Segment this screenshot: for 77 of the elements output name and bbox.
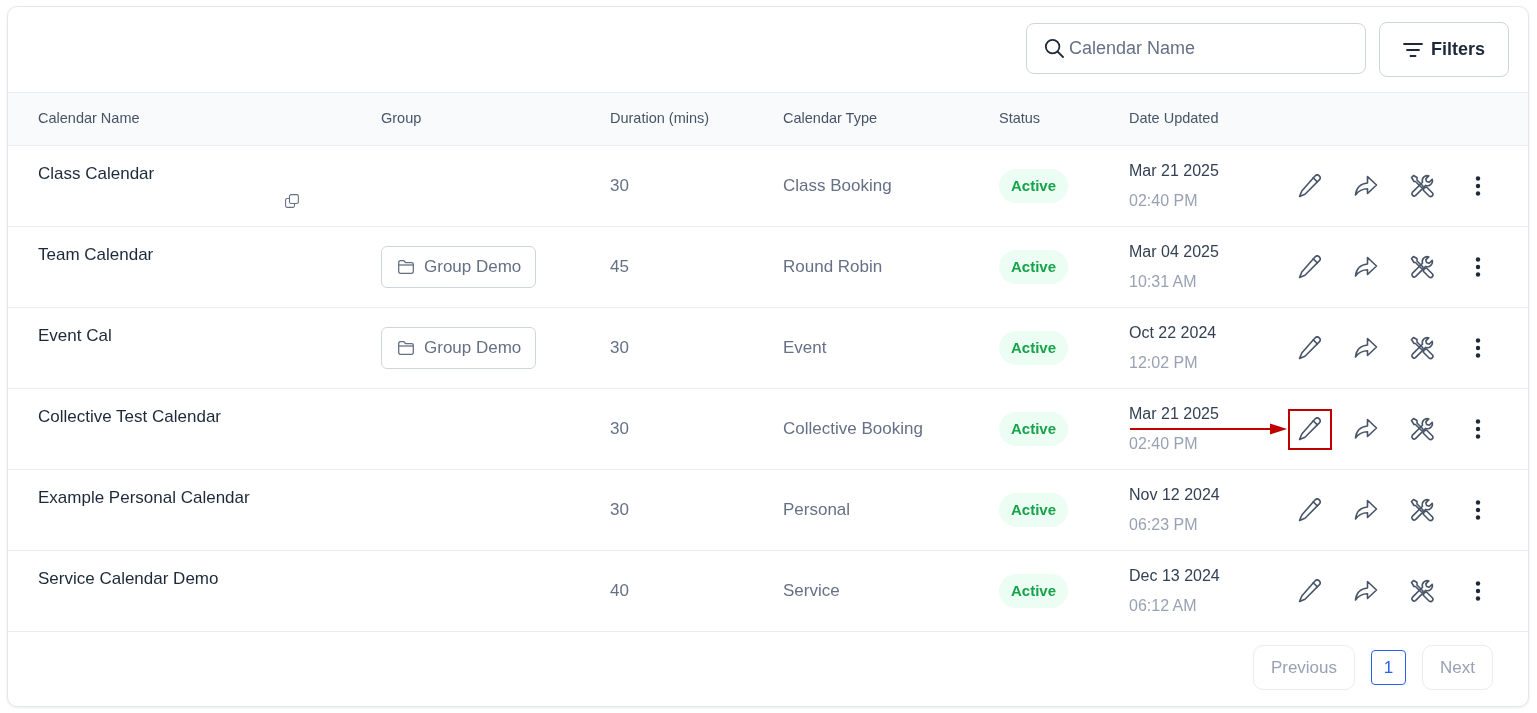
more-options-icon (1475, 338, 1481, 358)
calendar-name[interactable]: Team Calendar (38, 244, 154, 266)
updated-date: Mar 04 2025 (1129, 242, 1219, 262)
wrench-screwdriver-icon (1410, 498, 1434, 522)
pencil-icon (1298, 498, 1322, 522)
wrench-screwdriver-icon (1410, 174, 1434, 198)
duration-text: 30 (610, 338, 629, 358)
updated-date: Mar 21 2025 (1129, 404, 1219, 424)
duration-text: 30 (610, 419, 629, 439)
filters-button[interactable]: Filters (1379, 22, 1509, 77)
updated-time: 10:31 AM (1129, 272, 1197, 292)
calendar-type-text: Collective Booking (783, 419, 923, 439)
more-options-icon (1475, 257, 1481, 277)
group-button[interactable]: Group Demo (381, 327, 537, 369)
calendar-name[interactable]: Collective Test Calendar (38, 406, 221, 428)
status-badge: Active (999, 331, 1069, 365)
search-icon (1044, 38, 1064, 58)
page-number-button[interactable]: 1 (1371, 650, 1407, 685)
calendar-name[interactable]: Class Calendar (38, 163, 155, 185)
pencil-icon (1298, 336, 1322, 360)
folder-icon (398, 341, 414, 355)
duration-text: 30 (610, 500, 629, 520)
calendar-type-text: Personal (783, 500, 851, 520)
updated-time: 12:02 PM (1129, 353, 1198, 373)
updated-time: 02:40 PM (1129, 434, 1198, 454)
column-header: Status (999, 110, 1041, 127)
calendar-type-text: Class Booking (783, 176, 892, 196)
column-header: Duration (mins) (610, 110, 710, 127)
status-badge: Active (999, 169, 1069, 203)
more-options-icon (1475, 500, 1481, 520)
calendar-type-text: Service (783, 581, 840, 601)
duration-text: 40 (610, 581, 629, 601)
status-badge: Active (999, 250, 1069, 284)
duration-text: 30 (610, 176, 629, 196)
forward-arrow-icon (1354, 499, 1378, 521)
filter-icon (1403, 42, 1423, 57)
status-badge: Active (999, 574, 1069, 608)
more-options-icon (1475, 581, 1481, 601)
more-options-icon (1475, 176, 1481, 196)
updated-time: 02:40 PM (1129, 191, 1198, 211)
duration-text: 45 (610, 257, 629, 277)
column-header: Group (381, 110, 422, 127)
forward-arrow-icon (1354, 337, 1378, 359)
wrench-screwdriver-icon (1410, 417, 1434, 441)
more-options-icon (1475, 419, 1481, 439)
forward-arrow-icon (1354, 256, 1378, 278)
calendar-name[interactable]: Event Cal (38, 325, 112, 347)
wrench-screwdriver-icon (1410, 579, 1434, 603)
forward-arrow-icon (1354, 418, 1378, 440)
search-field[interactable]: Calendar Name (1026, 23, 1366, 74)
wrench-screwdriver-icon (1410, 336, 1434, 360)
calendar-name[interactable]: Example Personal Calendar (38, 487, 250, 509)
status-badge: Active (999, 412, 1069, 446)
folder-icon (398, 260, 414, 274)
edit-button[interactable] (1288, 408, 1332, 450)
calendar-type-text: Event (783, 338, 827, 358)
column-header: Calendar Name (38, 110, 140, 127)
calendar-name[interactable]: Service Calendar Demo (38, 568, 219, 590)
updated-time: 06:12 AM (1129, 596, 1197, 616)
forward-arrow-icon (1354, 175, 1378, 197)
updated-date: Oct 22 2024 (1129, 323, 1217, 343)
wrench-screwdriver-icon (1410, 255, 1434, 279)
column-header: Calendar Type (783, 110, 878, 127)
forward-arrow-icon (1354, 580, 1378, 602)
pencil-icon (1298, 174, 1322, 198)
pencil-icon (1298, 255, 1322, 279)
updated-date: Nov 12 2024 (1129, 485, 1220, 505)
status-badge: Active (999, 493, 1069, 527)
copy-icon[interactable] (285, 193, 299, 208)
group-button[interactable]: Group Demo (381, 246, 537, 288)
column-header: Date Updated (1129, 110, 1219, 127)
updated-time: 06:23 PM (1129, 515, 1198, 535)
updated-date: Dec 13 2024 (1129, 566, 1220, 586)
calendar-type-text: Round Robin (783, 257, 883, 277)
updated-date: Mar 21 2025 (1129, 161, 1219, 181)
pencil-icon (1298, 417, 1322, 441)
pencil-icon (1298, 579, 1322, 603)
